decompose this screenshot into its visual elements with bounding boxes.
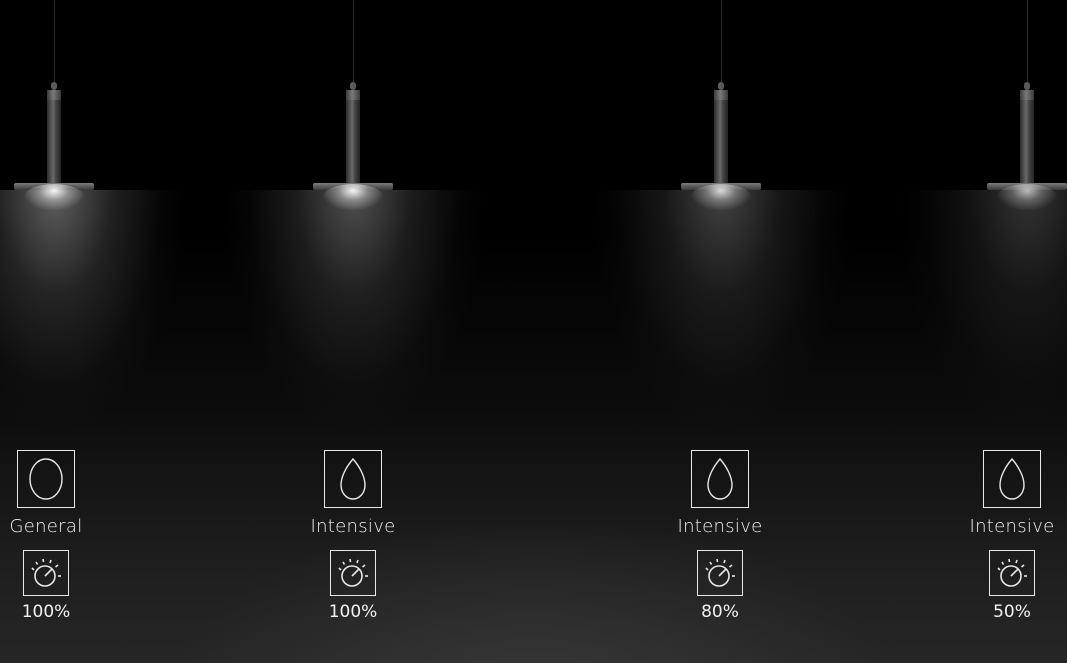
oval-icon (29, 458, 63, 500)
distribution-label: General (9, 516, 83, 537)
lighting-scene: General 100% Intensive 100% Intensive 80… (0, 0, 1067, 663)
dimmer-button[interactable] (330, 550, 376, 596)
light-glow (691, 184, 751, 210)
intensity-label: 100% (21, 602, 71, 622)
cable-clip (51, 82, 57, 90)
suspension-cable (54, 0, 55, 84)
teardrop-icon (707, 457, 733, 500)
beam-distribution-button[interactable] (691, 450, 749, 508)
teardrop-icon (340, 457, 366, 500)
suspension-cable (353, 0, 354, 84)
distribution-label: Intensive (969, 516, 1055, 537)
light-stem (47, 90, 61, 185)
light-glow (323, 184, 383, 210)
light-info-2: Intensive 100% (298, 450, 408, 622)
dimmer-dial-icon (338, 558, 368, 587)
dimmer-dial-icon (705, 558, 735, 587)
stem-cap (47, 90, 61, 100)
teardrop-icon (999, 457, 1025, 500)
dimmer-button[interactable] (989, 550, 1035, 596)
dimmer-button[interactable] (23, 550, 69, 596)
stem-cap (1020, 90, 1034, 100)
cable-clip (1024, 82, 1030, 90)
dimmer-dial-icon (997, 558, 1027, 587)
light-glow (997, 184, 1057, 210)
light-stem (714, 90, 728, 185)
stem-cap (346, 90, 360, 100)
beam-distribution-button[interactable] (983, 450, 1041, 508)
light-glow (24, 184, 84, 210)
beam-distribution-button[interactable] (324, 450, 382, 508)
light-stem (1020, 90, 1034, 185)
intensity-label: 50% (993, 602, 1031, 622)
light-stem (346, 90, 360, 185)
distribution-label: Intensive (677, 516, 763, 537)
suspension-cable (1027, 0, 1028, 84)
cable-clip (350, 82, 356, 90)
light-info-1: General 100% (0, 450, 101, 622)
stem-cap (714, 90, 728, 100)
intensity-label: 80% (701, 602, 739, 622)
distribution-label: Intensive (310, 516, 396, 537)
suspension-cable (721, 0, 722, 84)
light-info-4: Intensive 50% (957, 450, 1067, 622)
dimmer-dial-icon (31, 558, 61, 587)
light-info-3: Intensive 80% (665, 450, 775, 622)
beam-distribution-button[interactable] (17, 450, 75, 508)
intensity-label: 100% (328, 602, 378, 622)
dimmer-button[interactable] (697, 550, 743, 596)
cable-clip (718, 82, 724, 90)
